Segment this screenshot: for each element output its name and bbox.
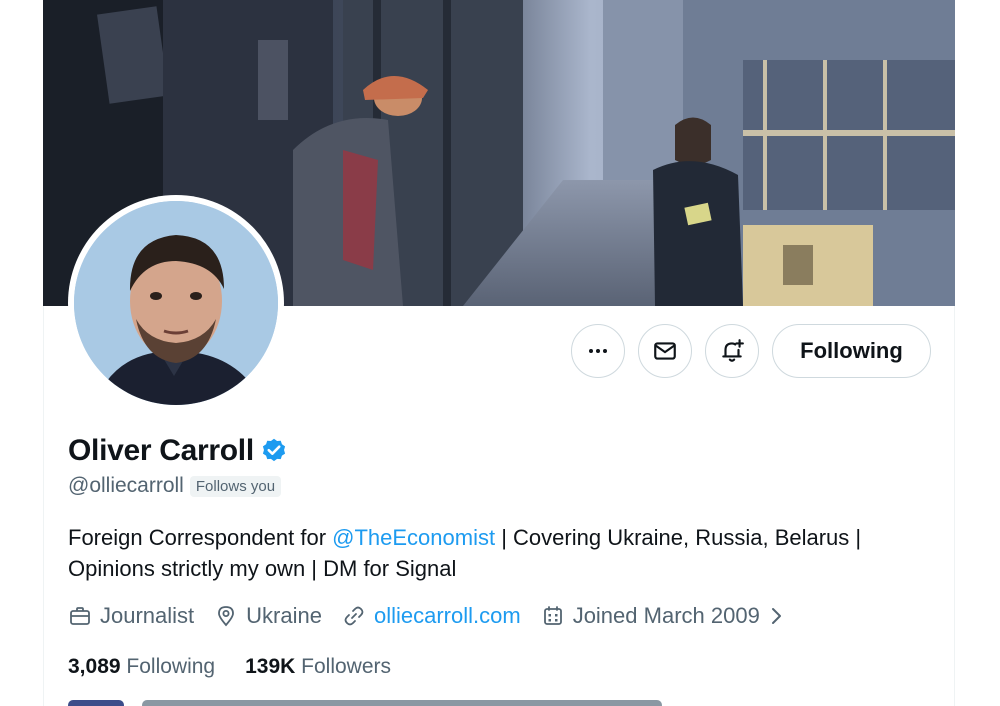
profile-handle-row: @olliecarroll Follows you (68, 474, 282, 498)
website-link[interactable]: olliecarroll.com (374, 603, 521, 629)
profile-name: Oliver Carroll (68, 434, 254, 467)
profile-stats: 3,089 Following 139K Followers (68, 655, 421, 679)
meta-website[interactable]: olliecarroll.com (342, 603, 521, 629)
followed-by-text (142, 700, 663, 706)
following-label: Following (120, 655, 216, 678)
meta-location: Ukraine (214, 603, 322, 629)
profile-bio: Foreign Correspondent for @TheEconomist … (68, 522, 928, 584)
profile-meta: Journalist Ukraine olliecarroll.com Join… (68, 603, 816, 629)
location-pin-icon (218, 606, 235, 627)
meta-profession-label: Journalist (100, 603, 195, 628)
following-count-link[interactable]: 3,089 Following (68, 655, 215, 679)
verified-badge-icon[interactable] (260, 437, 288, 465)
briefcase-icon (70, 607, 90, 625)
meta-joined-label: Joined March 2009 (572, 603, 760, 628)
bell-plus-icon (722, 339, 744, 362)
envelope-icon (654, 342, 676, 360)
following-button[interactable]: Following (772, 324, 931, 378)
link-icon (344, 606, 364, 626)
followers-count: 139K (245, 655, 296, 678)
meta-location-label: Ukraine (246, 603, 322, 628)
followers-count-link[interactable]: 139K Followers (245, 655, 391, 679)
message-button[interactable] (638, 324, 692, 378)
avatar-image (74, 201, 278, 405)
more-icon (589, 349, 607, 353)
calendar-icon (543, 606, 562, 625)
notifications-button[interactable] (705, 324, 759, 378)
followed-by-row-cutoff (68, 700, 768, 706)
profile-handle: @olliecarroll (68, 474, 184, 497)
following-count: 3,089 (68, 655, 121, 678)
bio-text: Foreign Correspondent for (68, 525, 333, 550)
more-button[interactable] (571, 324, 625, 378)
chevron-right-icon[interactable] (764, 604, 788, 628)
followed-by-avatars (68, 700, 124, 706)
profile-avatar[interactable] (68, 195, 284, 411)
followers-label: Followers (295, 655, 392, 678)
bio-mention-link[interactable]: @TheEconomist (332, 525, 495, 550)
follows-you-badge: Follows you (189, 475, 282, 497)
meta-joined[interactable]: Joined March 2009 (541, 603, 796, 629)
profile-name-row: Oliver Carroll (68, 434, 288, 468)
meta-profession: Journalist (68, 603, 194, 629)
